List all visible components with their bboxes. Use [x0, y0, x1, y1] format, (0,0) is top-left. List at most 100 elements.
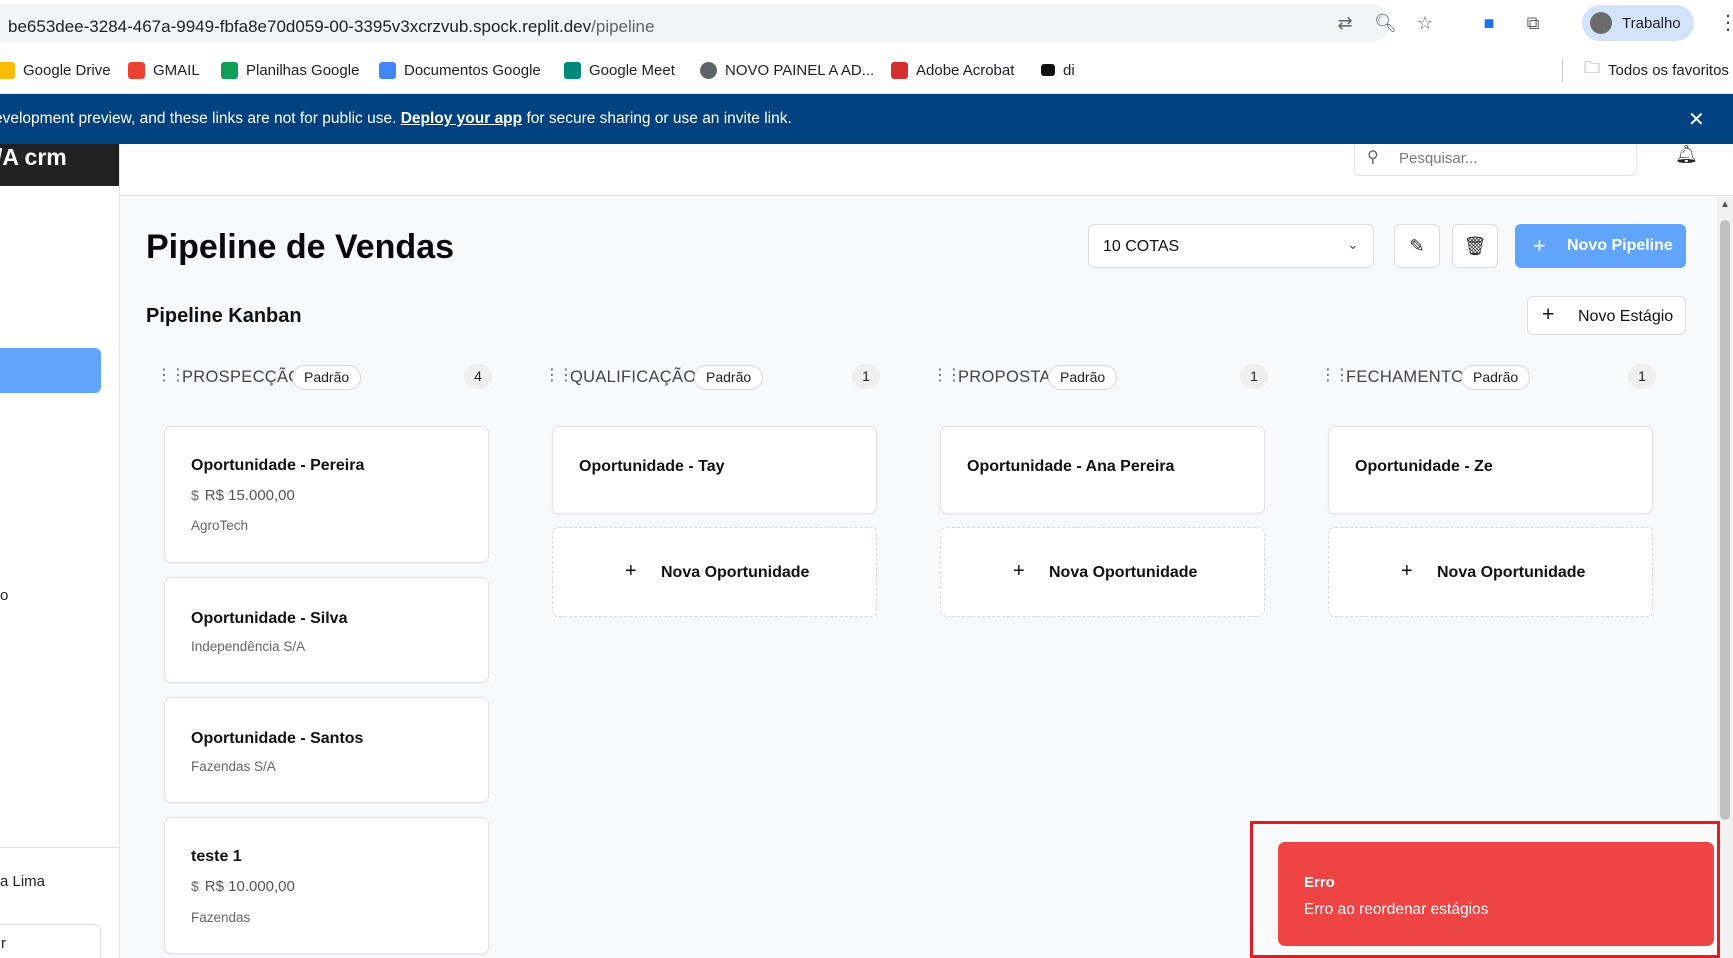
bookmark-meet[interactable]: Google Meet — [564, 60, 675, 80]
bookmark-google-drive[interactable]: Google Drive — [0, 60, 111, 80]
column-count: 1 — [1628, 364, 1656, 389]
bookmarks-bar: Google Drive GMAIL Planilhas Google Docu… — [0, 46, 1733, 94]
bookmarks-divider — [1562, 58, 1563, 82]
globe-icon — [700, 61, 717, 79]
extensions-puzzle-icon[interactable]: ⧉ — [1522, 12, 1544, 34]
profile-label: Trabalho — [1622, 15, 1681, 32]
bookmark-novo-painel[interactable]: NOVO PAINEL A AD... — [700, 60, 874, 80]
new-opportunity-button[interactable]: + Nova Oportunidade — [940, 527, 1265, 617]
m-icon — [1041, 64, 1055, 76]
opportunity-card[interactable]: Oportunidade - Pereira $ R$ 15.000,00 Agr… — [164, 426, 489, 563]
plus-icon: + — [625, 560, 637, 582]
delete-pipeline-button[interactable]: 🗑︎ — [1452, 224, 1498, 268]
url-text[interactable]: be653dee-3284-467a-9949-fbfa8e70d059-00-… — [8, 17, 654, 37]
browser-menu-icon[interactable]: ⋮ — [1718, 10, 1733, 35]
status-badge: Padrão — [1048, 365, 1118, 390]
drive-icon — [0, 61, 15, 79]
drag-handle-icon[interactable]: ⋮⋮ — [544, 365, 574, 385]
kanban-column-prospeccao: ⋮⋮ PROSPECÇÃO Padrão 4 Oportunidade - Pe… — [146, 360, 501, 958]
close-icon[interactable]: ✕ — [1688, 107, 1705, 132]
new-stage-button[interactable]: + Novo Estágio — [1527, 296, 1686, 335]
user-name: a Lima — [0, 873, 46, 890]
sheets-icon — [221, 61, 238, 79]
toast-title: Erro — [1304, 874, 1335, 891]
column-header[interactable]: ⋮⋮ QUALIFICAÇÃO Padrão 1 — [534, 360, 889, 392]
scroll-up-icon[interactable]: ▲ — [1720, 199, 1730, 210]
pipeline-select[interactable]: 10 COTAS ⌄ — [1088, 224, 1374, 268]
pipeline-select-value: 10 COTAS — [1103, 238, 1180, 255]
trash-icon: 🗑︎ — [1463, 236, 1487, 256]
column-header[interactable]: ⋮⋮ PROPOSTA Padrão 1 — [922, 360, 1277, 392]
bookmark-all-favorites[interactable]: 🗀 Todos os favoritos — [1584, 60, 1729, 80]
plus-icon: + — [1401, 560, 1413, 582]
new-opportunity-button[interactable]: + Nova Oportunidade — [552, 527, 877, 617]
bookmark-documentos[interactable]: Documentos Google — [379, 60, 541, 80]
deploy-app-link[interactable]: Deploy your app — [401, 110, 522, 127]
bookmark-planilhas[interactable]: Planilhas Google — [221, 60, 359, 80]
logout-button[interactable]: r — [0, 924, 101, 958]
sidebar-item-active[interactable] — [0, 348, 101, 393]
column-count: 1 — [1240, 364, 1268, 389]
column-count: 1 — [852, 364, 880, 389]
column-title: FECHAMENTO — [1346, 368, 1465, 386]
bookmark-adobe[interactable]: Adobe Acrobat — [891, 60, 1014, 80]
bell-icon[interactable]: 🔔︎ — [1675, 144, 1698, 165]
column-title: PROPOSTA — [958, 368, 1051, 386]
opportunity-card[interactable]: Oportunidade - Ze — [1328, 426, 1653, 514]
zoom-icon[interactable]: 🔍︎ — [1374, 12, 1397, 34]
acrobat-icon — [891, 61, 908, 79]
dev-preview-banner: evelopment preview, and these links are … — [0, 94, 1733, 144]
new-pipeline-button[interactable]: + Novo Pipeline — [1515, 224, 1686, 268]
star-icon[interactable]: ☆ — [1414, 12, 1436, 34]
logo: /A crm — [0, 144, 119, 186]
folder-icon: 🗀 — [1584, 59, 1601, 77]
scrollbar-thumb[interactable] — [1720, 220, 1730, 820]
opportunity-card[interactable]: Oportunidade - Silva Independência S/A — [164, 577, 489, 683]
opportunity-card[interactable]: Oportunidade - Ana Pereira — [940, 426, 1265, 514]
kanban-column-qualificacao: ⋮⋮ QUALIFICAÇÃO Padrão 1 Oportunidade - … — [534, 360, 889, 958]
new-opportunity-button[interactable]: + Nova Oportunidade — [1328, 527, 1653, 617]
dollar-icon: $ — [191, 878, 199, 894]
opportunity-card[interactable]: Oportunidade - Tay — [552, 426, 877, 514]
edit-icon: ✎ — [1409, 236, 1425, 256]
column-header[interactable]: ⋮⋮ FECHAMENTO Padrão 1 — [1310, 360, 1665, 392]
plus-icon: + — [1533, 233, 1546, 258]
chevron-down-icon: ⌄ — [1347, 236, 1359, 252]
opportunity-card[interactable]: teste 1 $ R$ 10.000,00 Fazendas — [164, 817, 489, 954]
kanban-column-proposta: ⋮⋮ PROPOSTA Padrão 1 Oportunidade - Ana … — [922, 360, 1277, 958]
extension-shield-icon[interactable]: ■ — [1478, 12, 1500, 34]
banner-text: evelopment preview, and these links are … — [0, 110, 792, 127]
url-bar[interactable]: ⚙ be653dee-3284-467a-9949-fbfa8e70d059-0… — [0, 4, 1390, 42]
plus-icon: + — [1013, 560, 1025, 582]
sidebar-item-label[interactable]: o — [0, 587, 8, 604]
docs-icon — [379, 61, 396, 79]
bookmark-di[interactable]: di — [1041, 60, 1075, 80]
topbar: ⚲ 🔔︎ — [120, 144, 1733, 196]
page-title: Pipeline de Vendas — [146, 228, 455, 266]
drag-handle-icon[interactable]: ⋮⋮ — [1320, 365, 1350, 385]
avatar — [1590, 12, 1612, 34]
plus-icon: + — [1542, 303, 1555, 326]
sidebar: /A crm o a Lima r — [0, 144, 120, 958]
status-badge: Padrão — [1461, 365, 1531, 390]
search-input[interactable] — [1399, 148, 1619, 168]
drag-handle-icon[interactable]: ⋮⋮ — [156, 365, 186, 385]
browser-address-bar: ⚙ be653dee-3284-467a-9949-fbfa8e70d059-0… — [0, 0, 1733, 46]
sidebar-divider — [0, 847, 119, 848]
profile-chip[interactable]: Trabalho — [1582, 5, 1694, 41]
bookmark-gmail[interactable]: GMAIL — [128, 60, 200, 80]
translate-icon[interactable]: ⇄ — [1334, 12, 1356, 34]
error-toast[interactable]: Erro Erro ao reordenar estágios — [1278, 842, 1714, 946]
search-box[interactable]: ⚲ — [1354, 144, 1637, 176]
opportunity-card[interactable]: Oportunidade - Santos Fazendas S/A — [164, 697, 489, 803]
column-title: QUALIFICAÇÃO — [570, 368, 697, 386]
status-badge: Padrão — [292, 365, 362, 390]
column-count: 4 — [464, 364, 492, 389]
column-header[interactable]: ⋮⋮ PROSPECÇÃO Padrão 4 — [146, 360, 501, 392]
status-badge: Padrão — [694, 365, 764, 390]
edit-pipeline-button[interactable]: ✎ — [1394, 224, 1440, 268]
meet-icon — [564, 61, 581, 79]
column-title: PROSPECÇÃO — [182, 368, 302, 386]
drag-handle-icon[interactable]: ⋮⋮ — [932, 365, 962, 385]
toast-description: Erro ao reordenar estágios — [1304, 901, 1489, 918]
